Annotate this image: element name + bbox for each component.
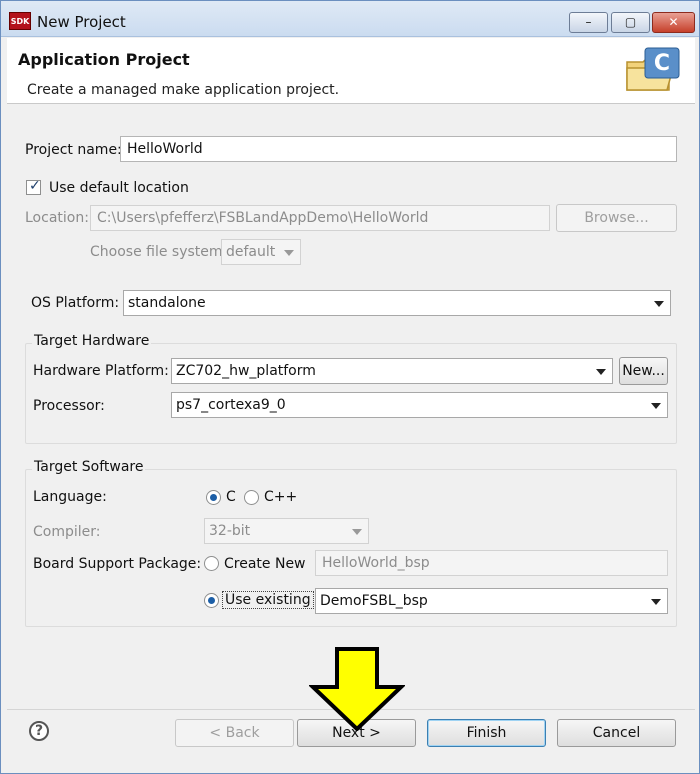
hardware-platform-dropdown[interactable]: ZC702_hw_platform	[171, 358, 613, 384]
project-name-input[interactable]: HelloWorld	[120, 136, 677, 162]
location-input[interactable]: C:\Users\pfefferz\FSBLandAppDemo\HelloWo…	[90, 205, 550, 231]
compiler-dropdown[interactable]: 32-bit	[204, 518, 369, 544]
cancel-button[interactable]: Cancel	[557, 719, 676, 747]
maximize-button[interactable]: ▢	[611, 12, 650, 33]
close-button[interactable]: ✕	[652, 12, 695, 33]
compiler-label: Compiler:	[33, 524, 101, 540]
location-label: Location:	[25, 210, 89, 226]
chevron-down-icon	[284, 250, 294, 256]
wizard-banner: Application Project Create a managed mak…	[7, 38, 695, 104]
language-label: Language:	[33, 489, 107, 505]
help-icon[interactable]: ?	[29, 721, 49, 741]
target-hardware-title: Target Hardware	[32, 333, 152, 349]
processor-value: ps7_cortexa9_0	[176, 397, 286, 413]
new-c-project-folder-icon: C	[626, 47, 680, 91]
bsp-label: Board Support Package:	[33, 556, 202, 572]
chevron-down-icon	[596, 369, 606, 375]
compiler-value: 32-bit	[209, 523, 251, 539]
svg-text:C: C	[654, 51, 670, 76]
radio-selected-dot	[208, 597, 215, 604]
bsp-use-existing-dropdown[interactable]: DemoFSBL_bsp	[315, 588, 668, 614]
target-software-title: Target Software	[32, 459, 146, 475]
new-project-dialog: SDK New Project – ▢ ✕ Application Projec…	[0, 0, 700, 774]
page-title: Application Project	[18, 50, 190, 69]
language-c-radio[interactable]	[206, 490, 221, 505]
bsp-use-existing-label: Use existing	[222, 591, 314, 609]
new-hardware-platform-button[interactable]: New...	[619, 357, 668, 385]
checkmark-icon: ✓	[29, 178, 41, 194]
bsp-create-new-input[interactable]: HelloWorld_bsp	[315, 550, 668, 576]
browse-button[interactable]: Browse...	[556, 204, 677, 232]
window-title: New Project	[37, 13, 126, 31]
file-system-value: default	[226, 244, 276, 260]
hardware-platform-value: ZC702_hw_platform	[176, 363, 316, 379]
os-platform-dropdown[interactable]: standalone	[123, 290, 671, 316]
back-button[interactable]: < Back	[175, 719, 294, 747]
file-system-label: Choose file system:	[90, 244, 228, 260]
file-system-dropdown[interactable]: default	[221, 239, 301, 265]
finish-button[interactable]: Finish	[427, 719, 546, 747]
os-platform-value: standalone	[128, 295, 206, 311]
use-default-location-label: Use default location	[49, 180, 189, 196]
page-description: Create a managed make application projec…	[27, 82, 340, 98]
language-c-label: C	[226, 489, 236, 505]
bsp-create-new-label: Create New	[224, 556, 306, 572]
chevron-down-icon	[651, 599, 661, 605]
title-bar[interactable]: SDK New Project – ▢ ✕	[1, 1, 699, 37]
use-default-location-checkbox[interactable]: ✓	[26, 178, 41, 195]
wizard-content: Project name: HelloWorld ✓ Use default l…	[7, 119, 695, 709]
sdk-app-icon: SDK	[9, 12, 31, 30]
language-cpp-radio[interactable]	[244, 490, 259, 505]
language-cpp-label: C++	[264, 489, 298, 505]
chevron-down-icon	[651, 403, 661, 409]
bsp-create-new-radio[interactable]	[204, 556, 219, 571]
chevron-down-icon	[352, 529, 362, 535]
bsp-use-existing-radio[interactable]	[204, 593, 219, 608]
processor-dropdown[interactable]: ps7_cortexa9_0	[171, 392, 668, 418]
bsp-use-existing-value: DemoFSBL_bsp	[320, 593, 428, 609]
processor-label: Processor:	[33, 398, 105, 414]
project-name-label: Project name:	[25, 142, 122, 158]
yellow-down-arrow-annotation	[309, 647, 405, 731]
radio-selected-dot	[210, 494, 217, 501]
os-platform-label: OS Platform:	[31, 295, 120, 311]
hardware-platform-label: Hardware Platform:	[33, 363, 169, 379]
chevron-down-icon	[654, 301, 664, 307]
minimize-button[interactable]: –	[569, 12, 608, 33]
